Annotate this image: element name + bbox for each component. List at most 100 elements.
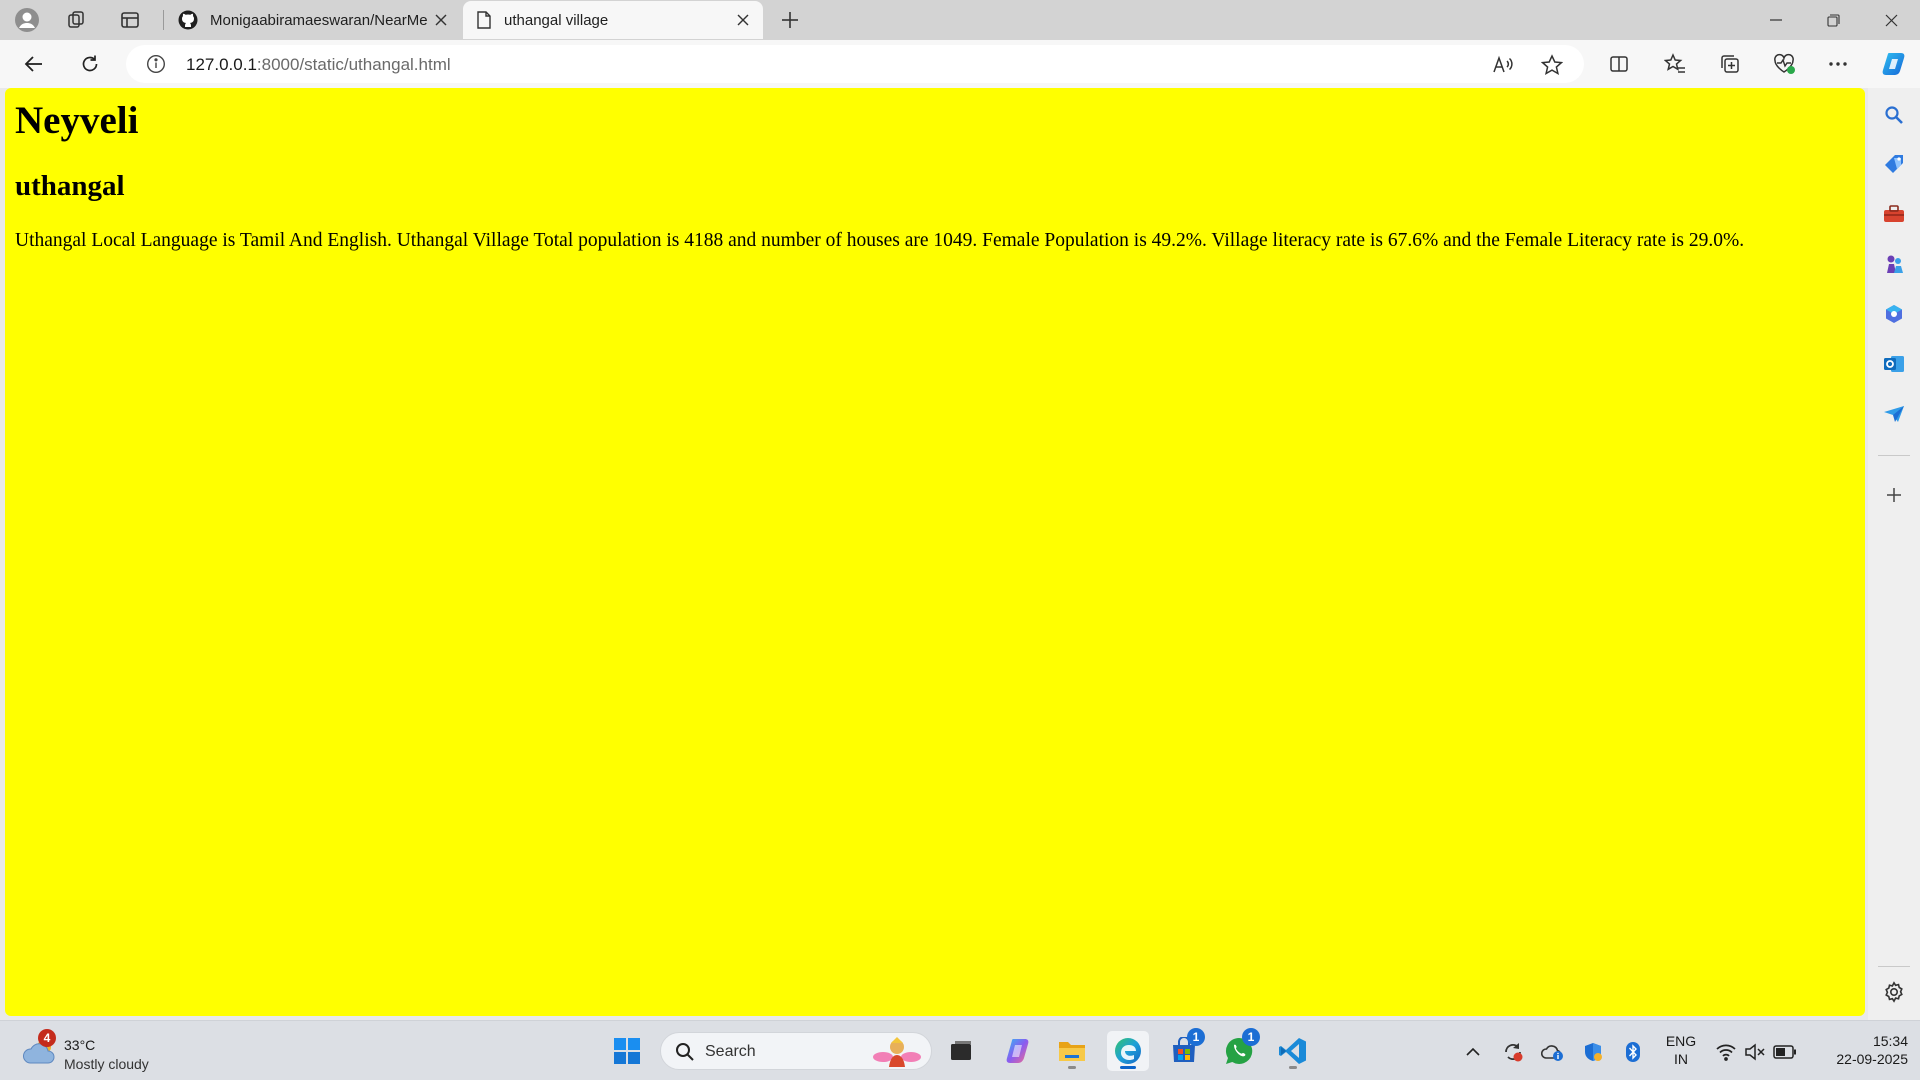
close-window-button[interactable] xyxy=(1863,0,1919,40)
site-info-icon[interactable] xyxy=(146,54,166,74)
star-icon xyxy=(1541,54,1563,76)
active-indicator xyxy=(1120,1066,1136,1069)
profile-button[interactable] xyxy=(9,4,45,36)
page-subheading: uthangal xyxy=(15,170,125,202)
bluetooth-tray-icon[interactable] xyxy=(1620,1039,1646,1065)
bluetooth-icon xyxy=(1626,1042,1640,1062)
read-aloud-button[interactable] xyxy=(1488,50,1518,80)
security-tray-icon[interactable] xyxy=(1580,1039,1606,1065)
chevron-up-icon xyxy=(1466,1047,1480,1056)
whatsapp-button[interactable]: 1 xyxy=(1218,1028,1260,1071)
onedrive-tray-icon[interactable] xyxy=(1540,1039,1566,1065)
browser-essentials-button[interactable] xyxy=(1766,46,1802,82)
language-indicator[interactable]: ENG IN xyxy=(1660,1032,1702,1068)
task-view-button[interactable] xyxy=(940,1031,982,1071)
split-screen-button[interactable] xyxy=(1601,46,1637,82)
back-button[interactable] xyxy=(16,46,52,82)
restore-icon xyxy=(1826,13,1840,27)
microsoft-store-button[interactable]: 1 xyxy=(1163,1028,1205,1071)
start-button[interactable] xyxy=(606,1031,648,1071)
notification-badge: 4 xyxy=(38,1029,56,1047)
close-tab-button[interactable] xyxy=(729,6,757,34)
page-icon xyxy=(477,11,491,29)
url-text: 127.0.0.1:8000/static/uthangal.html xyxy=(186,55,451,75)
plus-icon xyxy=(1887,488,1901,502)
page-heading: Neyveli xyxy=(15,99,139,142)
taskbar-clock[interactable]: 15:34 22-09-2025 xyxy=(1808,1032,1908,1068)
battery-tray-icon[interactable] xyxy=(1772,1039,1798,1065)
search-highlight-icon xyxy=(873,1037,921,1067)
workspaces-button[interactable] xyxy=(59,4,95,36)
weather-condition: Mostly cloudy xyxy=(64,1056,149,1072)
vscode-icon xyxy=(1279,1038,1306,1064)
favorite-button[interactable] xyxy=(1537,50,1567,80)
copilot-icon xyxy=(1006,1039,1029,1063)
page-viewport: Neyveli uthangal Uthangal Local Language… xyxy=(5,88,1865,1016)
tab-github[interactable]: Monigaabiramaeswaran/NearMe xyxy=(164,1,461,39)
edge-sidebar xyxy=(1868,88,1920,1020)
plus-icon xyxy=(782,12,798,28)
running-indicator xyxy=(1068,1066,1076,1069)
tab-strip: Monigaabiramaeswaran/NearMe uthangal vil… xyxy=(0,0,1920,40)
address-bar[interactable]: 127.0.0.1:8000/static/uthangal.html xyxy=(126,45,1584,83)
gear-icon xyxy=(1885,981,1903,1003)
village-description: Uthangal Local Language is Tamil And Eng… xyxy=(15,230,1745,251)
sidebar-send-button[interactable] xyxy=(1877,397,1911,431)
sidebar-copilot-button[interactable] xyxy=(1877,297,1911,331)
sidebar-outlook-button[interactable] xyxy=(1877,347,1911,381)
whatsapp-badge: 1 xyxy=(1242,1028,1260,1046)
new-tab-button[interactable] xyxy=(772,4,808,36)
tab-uthangal[interactable]: uthangal village xyxy=(463,1,763,39)
restore-button[interactable] xyxy=(1805,0,1861,40)
paper-plane-icon xyxy=(1884,406,1904,422)
sidebar-settings-button[interactable] xyxy=(1877,975,1911,1009)
sidebar-add-button[interactable] xyxy=(1877,478,1911,512)
volume-tray-icon[interactable] xyxy=(1742,1039,1768,1065)
battery-icon xyxy=(1773,1045,1796,1059)
close-icon xyxy=(737,14,749,26)
windows-taskbar: 4 33°C Mostly cloudy Search 1 1 ENG IN 1… xyxy=(0,1020,1920,1080)
sidebar-games-button[interactable] xyxy=(1877,247,1911,281)
collections-button[interactable] xyxy=(1712,46,1748,82)
minimize-button[interactable] xyxy=(1748,0,1804,40)
copilot-app-button[interactable] xyxy=(997,1031,1039,1071)
sidebar-divider xyxy=(1878,966,1910,967)
search-placeholder: Search xyxy=(705,1043,756,1060)
search-icon xyxy=(676,1043,694,1061)
copilot-button[interactable] xyxy=(1876,46,1912,82)
cloud-info-icon xyxy=(1541,1045,1563,1061)
clock-date: 22-09-2025 xyxy=(1836,1051,1908,1067)
refresh-button[interactable] xyxy=(72,46,108,82)
close-icon xyxy=(1885,14,1897,26)
windows-logo-icon xyxy=(614,1038,640,1064)
edge-button[interactable] xyxy=(1107,1031,1149,1071)
heart-pulse-icon xyxy=(1774,53,1795,74)
tab-title: Monigaabiramaeswaran/NearMe xyxy=(210,11,427,29)
weather-widget[interactable]: 4 33°C Mostly cloudy xyxy=(18,1029,178,1073)
copilot-icon xyxy=(1882,53,1905,75)
file-explorer-button[interactable] xyxy=(1051,1031,1093,1071)
sidebar-shopping-button[interactable] xyxy=(1877,147,1911,181)
region-code: IN xyxy=(1674,1051,1688,1067)
sync-tray-icon[interactable] xyxy=(1500,1039,1526,1065)
refresh-icon xyxy=(82,55,98,72)
favorites-icon xyxy=(1664,53,1685,73)
taskbar-search-box[interactable]: Search xyxy=(660,1032,932,1070)
close-icon xyxy=(435,14,447,26)
wifi-tray-icon[interactable] xyxy=(1713,1039,1739,1065)
vscode-button[interactable] xyxy=(1272,1031,1314,1071)
tab-title: uthangal village xyxy=(504,11,609,29)
sync-icon xyxy=(1505,1043,1523,1062)
show-hidden-icons-button[interactable] xyxy=(1460,1039,1486,1065)
settings-more-button[interactable] xyxy=(1820,46,1856,82)
vertical-tabs-button[interactable] xyxy=(112,4,148,36)
running-indicator xyxy=(1289,1066,1297,1069)
sidebar-search-button[interactable] xyxy=(1877,98,1911,132)
favorites-button[interactable] xyxy=(1657,46,1693,82)
profile-icon xyxy=(15,8,39,32)
sidebar-tools-button[interactable] xyxy=(1877,197,1911,231)
github-icon xyxy=(178,10,198,30)
folder-icon xyxy=(1059,1042,1085,1061)
url-host: 127.0.0.1 xyxy=(186,55,257,74)
close-tab-button[interactable] xyxy=(427,6,455,34)
